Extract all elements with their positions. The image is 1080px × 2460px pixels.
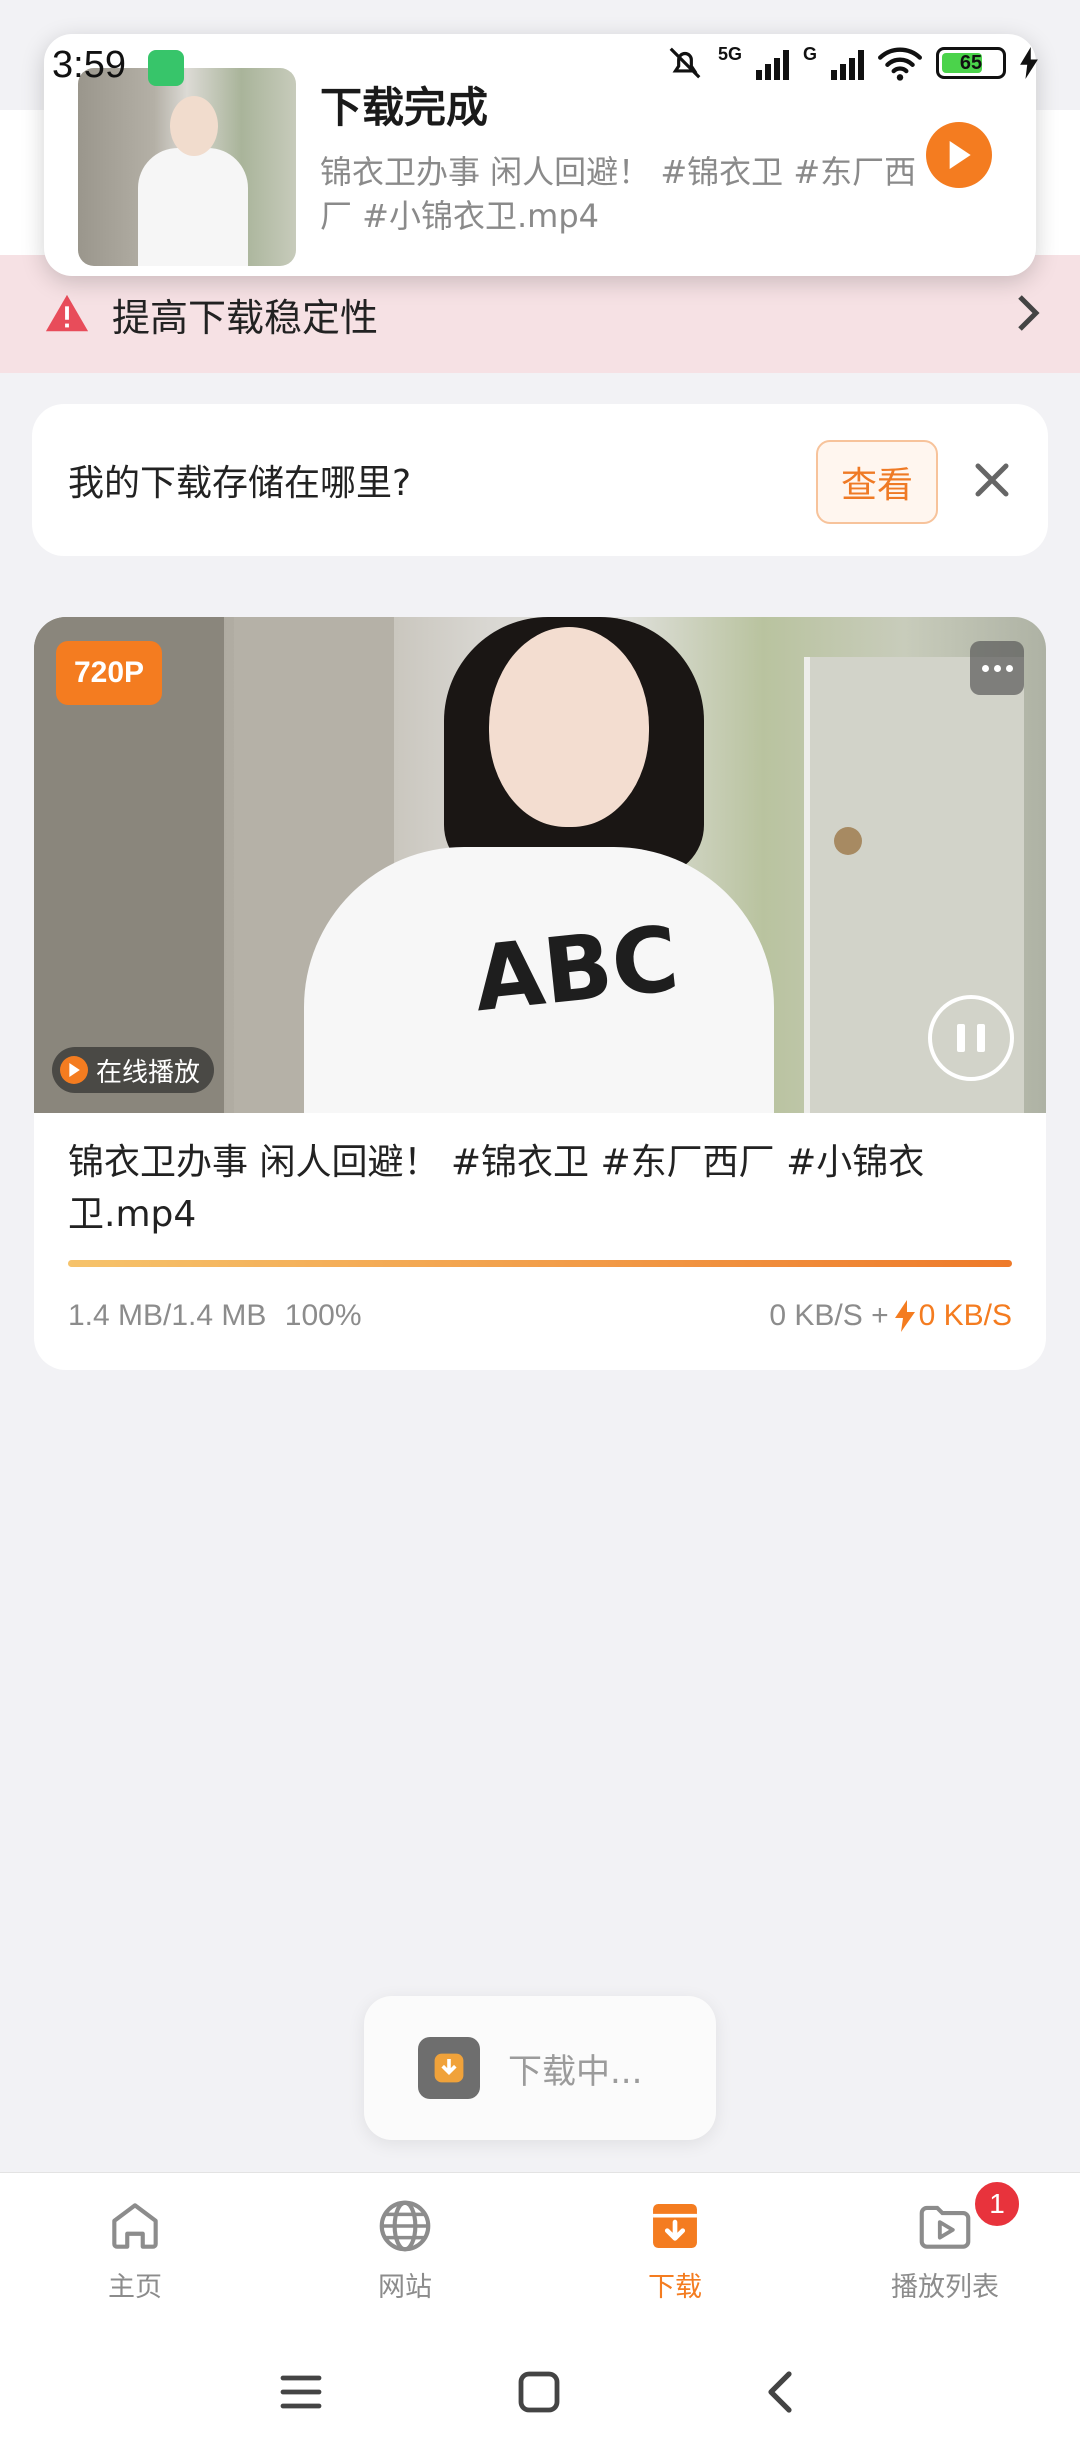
home-icon bbox=[112, 2203, 158, 2249]
progress-fill bbox=[68, 1260, 1012, 1267]
download-progress-bar bbox=[68, 1260, 1012, 1267]
back-icon[interactable] bbox=[749, 2362, 809, 2422]
downloading-toast: 下载中... bbox=[364, 1996, 716, 2140]
storage-question: 我的下载存储在哪里? bbox=[68, 463, 412, 504]
boost-speed: 0 KB/S bbox=[918, 1299, 1012, 1332]
storage-tip-card: 我的下载存储在哪里? 查看 bbox=[32, 404, 1048, 556]
download-speed: 0 KB/S + bbox=[769, 1299, 889, 1332]
nav-home[interactable]: 主页 bbox=[0, 2173, 270, 2318]
toast-text: 下载中... bbox=[508, 2051, 643, 2092]
nav-playlist-label: 播放列表 bbox=[891, 2272, 999, 2303]
more-options-icon[interactable] bbox=[970, 641, 1024, 695]
home-square-icon[interactable] bbox=[509, 2362, 569, 2422]
download-item-card[interactable]: ABC 720P 在线播放 锦衣卫办事 闲人回避！ #锦衣卫 #东厂西厂 #小锦… bbox=[34, 617, 1046, 1370]
play-circle-icon bbox=[60, 1056, 88, 1084]
notification-title: 下载完成 bbox=[320, 83, 489, 132]
nav-home-label: 主页 bbox=[108, 2272, 162, 2303]
chevron-right-icon bbox=[1018, 295, 1040, 331]
nav-playlist[interactable]: 播放列表 1 bbox=[810, 2173, 1080, 2318]
download-percent: 100% bbox=[284, 1299, 362, 1332]
download-complete-notification[interactable]: 下载完成 锦衣卫办事 闲人回避！ #锦衣卫 #东厂西厂 #小锦衣卫.mp4 bbox=[44, 34, 1036, 276]
close-icon[interactable] bbox=[972, 460, 1012, 500]
nav-websites[interactable]: 网站 bbox=[270, 2173, 540, 2318]
menu-icon[interactable] bbox=[271, 2362, 331, 2422]
video-title: 锦衣卫办事 闲人回避！ #锦衣卫 #东厂西厂 #小锦衣卫.mp4 bbox=[68, 1142, 925, 1235]
system-navigation bbox=[0, 2318, 1080, 2460]
view-button[interactable]: 查看 bbox=[816, 440, 938, 524]
notification-body: 锦衣卫办事 闲人回避！ #锦衣卫 #东厂西厂 #小锦衣卫.mp4 bbox=[320, 153, 917, 235]
download-size-info: 1.4 MB/1.4 MB 100% bbox=[68, 1299, 362, 1333]
pause-icon[interactable] bbox=[928, 995, 1014, 1081]
download-app-icon bbox=[418, 2037, 480, 2099]
nav-downloads-label: 下载 bbox=[648, 2272, 702, 2303]
resolution-badge: 720P bbox=[56, 641, 162, 705]
nav-websites-label: 网站 bbox=[378, 2272, 432, 2303]
notification-thumbnail bbox=[78, 68, 296, 266]
warning-triangle-icon bbox=[45, 294, 89, 332]
bottom-navigation: 主页 网站 下载 播放列表 1 bbox=[0, 2172, 1080, 2318]
online-play-button[interactable]: 在线播放 bbox=[52, 1047, 215, 1093]
lightning-icon bbox=[894, 1300, 915, 1332]
download-icon bbox=[653, 2204, 697, 2248]
video-thumbnail[interactable]: ABC 720P 在线播放 bbox=[34, 617, 1046, 1113]
download-size: 1.4 MB/1.4 MB bbox=[68, 1299, 267, 1332]
playlist-icon bbox=[919, 2205, 971, 2249]
download-speed-info: 0 KB/S + 0 KB/S bbox=[769, 1299, 1012, 1333]
globe-icon bbox=[379, 2200, 431, 2252]
warning-text: 提高下载稳定性 bbox=[112, 295, 379, 340]
online-play-label: 在线播放 bbox=[96, 1057, 201, 1088]
playlist-badge: 1 bbox=[972, 2179, 1022, 2229]
play-icon[interactable] bbox=[926, 122, 992, 188]
boost-speed-group: 0 KB/S bbox=[894, 1299, 1012, 1333]
nav-downloads[interactable]: 下载 bbox=[540, 2173, 810, 2318]
